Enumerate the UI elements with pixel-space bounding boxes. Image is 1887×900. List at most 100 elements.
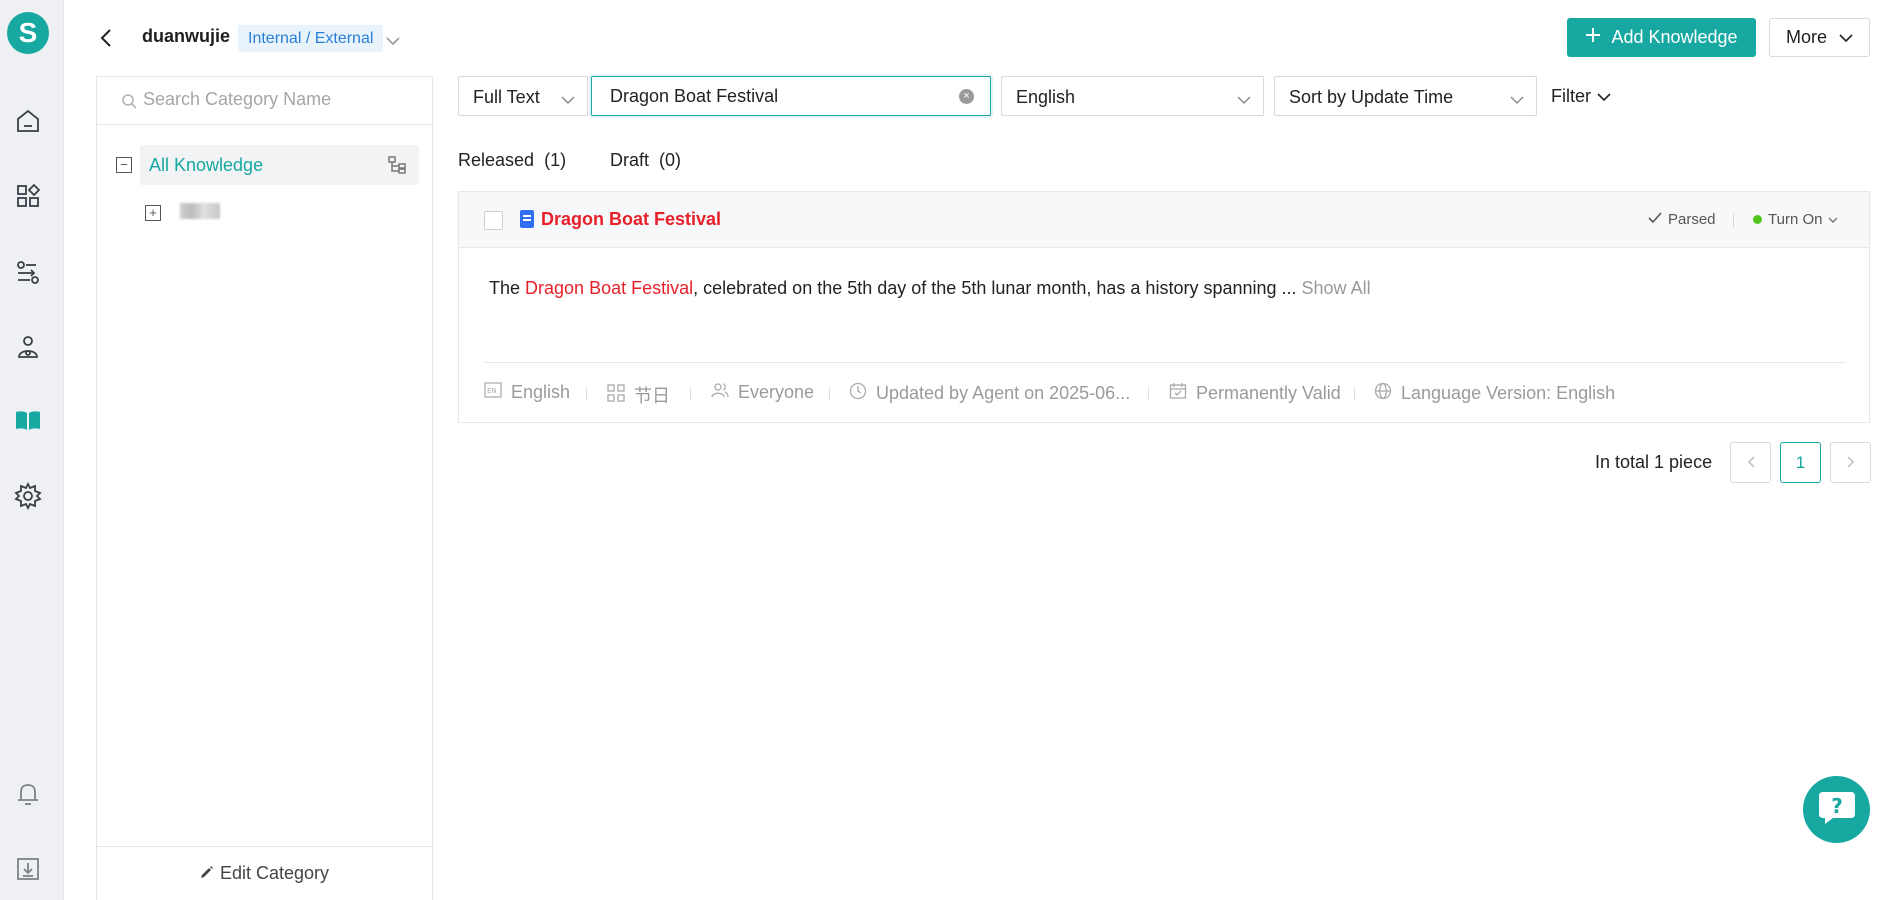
divider [586, 387, 587, 401]
meta-language-version: Language Version: English [1374, 382, 1615, 405]
status-toggle[interactable]: Turn On [1753, 211, 1838, 228]
expand-icon[interactable]: + [145, 205, 161, 221]
sort-select[interactable]: Sort by Update Time [1274, 76, 1537, 116]
bell-icon[interactable] [12, 778, 44, 810]
chevron-down-icon [1510, 89, 1524, 110]
excerpt-prefix: The [489, 278, 526, 298]
clock-icon [849, 382, 867, 405]
category-search [97, 77, 432, 125]
category-panel: − All Knowledge + Edit Category [96, 76, 433, 900]
help-button[interactable]: ? [1803, 776, 1870, 843]
tab-label: Draft [610, 150, 650, 170]
back-icon[interactable] [96, 24, 118, 52]
app-logo[interactable]: S [7, 12, 49, 54]
tab-count: (0) [659, 150, 682, 170]
workspace-tag: Internal / External [238, 25, 384, 52]
edit-category-button[interactable]: Edit Category [97, 846, 432, 900]
category-search-input[interactable] [143, 89, 413, 110]
download-icon[interactable] [12, 853, 44, 885]
divider [1148, 387, 1149, 401]
meta-language-version-text: Language Version: English [1401, 383, 1616, 403]
page-button-current[interactable]: 1 [1780, 442, 1821, 483]
pagination-total: In total 1 piece [1595, 452, 1713, 472]
settings-icon[interactable] [12, 480, 44, 512]
divider [1733, 214, 1734, 228]
tree-node-label[interactable]: All Knowledge [149, 155, 263, 176]
tab-count: (1) [544, 150, 567, 170]
add-knowledge-label: Add Knowledge [1611, 27, 1738, 47]
more-button[interactable]: More [1769, 18, 1870, 57]
filter-label: Filter [1551, 86, 1591, 106]
next-page-button[interactable] [1830, 442, 1871, 483]
users-icon [711, 382, 729, 403]
meta-category-text: 节日 [634, 386, 670, 406]
tab-label: Released [458, 150, 535, 170]
search-type-value: Full Text [473, 87, 540, 107]
tree-structure-icon[interactable] [388, 156, 408, 179]
document-icon [520, 210, 534, 228]
meta-updated: Updated by Agent on 2025-06... [849, 382, 1130, 405]
chevron-down-icon[interactable] [386, 30, 400, 51]
chevron-right-icon [1846, 453, 1855, 473]
filter-button[interactable]: Filter [1551, 86, 1611, 107]
tab-released[interactable]: Released (1) [458, 150, 566, 171]
home-icon[interactable] [12, 105, 44, 137]
status-dot-icon [1753, 215, 1762, 224]
card-excerpt: The Dragon Boat Festival, celebrated on … [489, 278, 1371, 299]
flow-icon[interactable] [12, 256, 44, 288]
language-value: English [1016, 87, 1076, 107]
add-knowledge-button[interactable]: Add Knowledge [1567, 18, 1756, 57]
category-icon [607, 383, 625, 407]
meta-category: 节日 [607, 382, 670, 408]
clear-icon[interactable]: × [959, 89, 974, 104]
meta-validity: Permanently Valid [1169, 382, 1341, 405]
agent-icon[interactable] [12, 331, 44, 363]
divider [1354, 387, 1355, 401]
more-label: More [1785, 27, 1827, 47]
tree-node-blurred[interactable] [180, 203, 220, 219]
show-all-link[interactable]: Show All [1302, 278, 1371, 298]
chevron-down-icon [1828, 211, 1838, 228]
chevron-down-icon [1597, 86, 1611, 107]
calendar-icon [1169, 382, 1187, 405]
meta-language: EN English [484, 382, 570, 403]
meta-validity-text: Permanently Valid [1196, 383, 1341, 403]
divider [484, 362, 1846, 363]
language-en-icon: EN [484, 382, 502, 403]
globe-icon [1374, 382, 1392, 405]
chevron-down-icon [561, 89, 575, 110]
meta-audience: Everyone [711, 382, 814, 403]
select-checkbox[interactable] [484, 211, 503, 230]
excerpt-highlight: Dragon Boat Festival [525, 278, 694, 298]
tab-draft[interactable]: Draft (0) [610, 150, 681, 171]
chevron-down-icon [1839, 27, 1853, 48]
divider [829, 387, 830, 401]
meta-updated-text: Updated by Agent on 2025-06... [876, 383, 1131, 403]
search-type-select[interactable]: Full Text [458, 76, 588, 116]
card-title[interactable]: Dragon Boat Festival [541, 209, 721, 230]
chevron-down-icon [1237, 89, 1251, 110]
collapse-icon[interactable]: − [116, 157, 132, 173]
plus-icon [1585, 27, 1601, 48]
knowledge-card: Dragon Boat Festival Parsed Turn On The … [458, 191, 1870, 423]
sort-value: Sort by Update Time [1289, 87, 1454, 107]
divider [690, 387, 691, 401]
search-icon [121, 93, 137, 114]
language-select[interactable]: English [1001, 76, 1264, 116]
parsed-status: Parsed [1648, 211, 1716, 228]
knowledge-search-input[interactable] [610, 86, 940, 107]
card-header: Dragon Boat Festival Parsed Turn On [459, 192, 1869, 248]
knowledge-search-field[interactable]: × [591, 76, 991, 116]
svg-text:?: ? [1831, 794, 1843, 818]
knowledge-icon[interactable] [12, 404, 44, 436]
meta-language-text: English [511, 382, 571, 402]
prev-page-button[interactable] [1730, 442, 1771, 483]
edit-category-label: Edit Category [219, 863, 330, 883]
svg-text:EN: EN [487, 387, 497, 395]
help-chat-icon: ? [1817, 788, 1857, 831]
pencil-icon [200, 863, 214, 884]
check-icon [1648, 211, 1662, 228]
apps-icon[interactable] [12, 180, 44, 212]
parsed-label: Parsed [1668, 211, 1716, 228]
workspace-name: duanwujie [142, 26, 231, 46]
